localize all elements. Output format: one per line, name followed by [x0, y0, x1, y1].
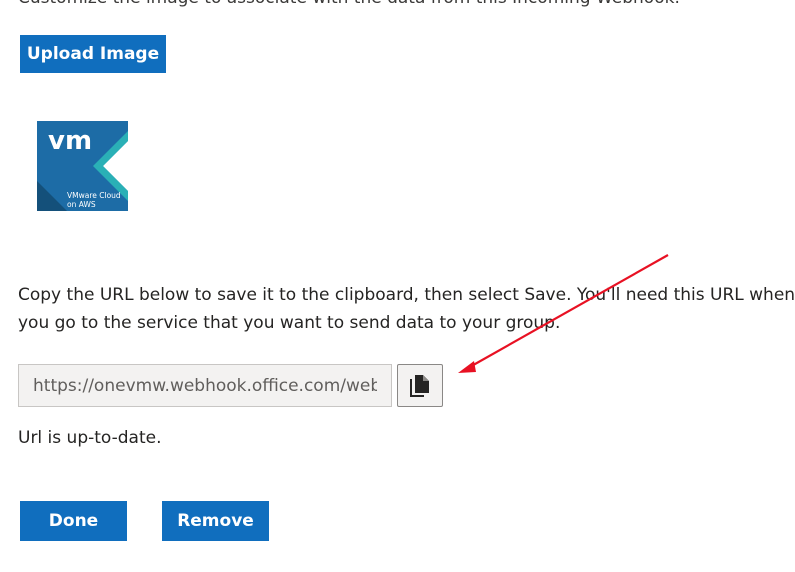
logo-mark: vm	[48, 126, 92, 156]
webhook-url-field[interactable]	[18, 364, 392, 407]
remove-button[interactable]: Remove	[162, 501, 269, 541]
url-status-text: Url is up-to-date.	[18, 428, 162, 448]
copy-icon	[410, 374, 429, 397]
intro-text: Customize the image to associate with th…	[18, 0, 680, 8]
logo-caption-line2: on AWS	[67, 200, 96, 209]
done-button[interactable]: Done	[20, 501, 127, 541]
logo-caption-line1: VMware Cloud	[67, 191, 121, 200]
upload-image-button[interactable]: Upload Image	[20, 35, 166, 73]
copy-url-instructions: Copy the URL below to save it to the cli…	[18, 285, 795, 333]
vmware-cloud-logo-icon: vm VMware Cloud on AWS	[37, 121, 128, 211]
copy-url-button[interactable]	[397, 364, 443, 407]
webhook-image-logo: vm VMware Cloud on AWS	[37, 121, 128, 211]
